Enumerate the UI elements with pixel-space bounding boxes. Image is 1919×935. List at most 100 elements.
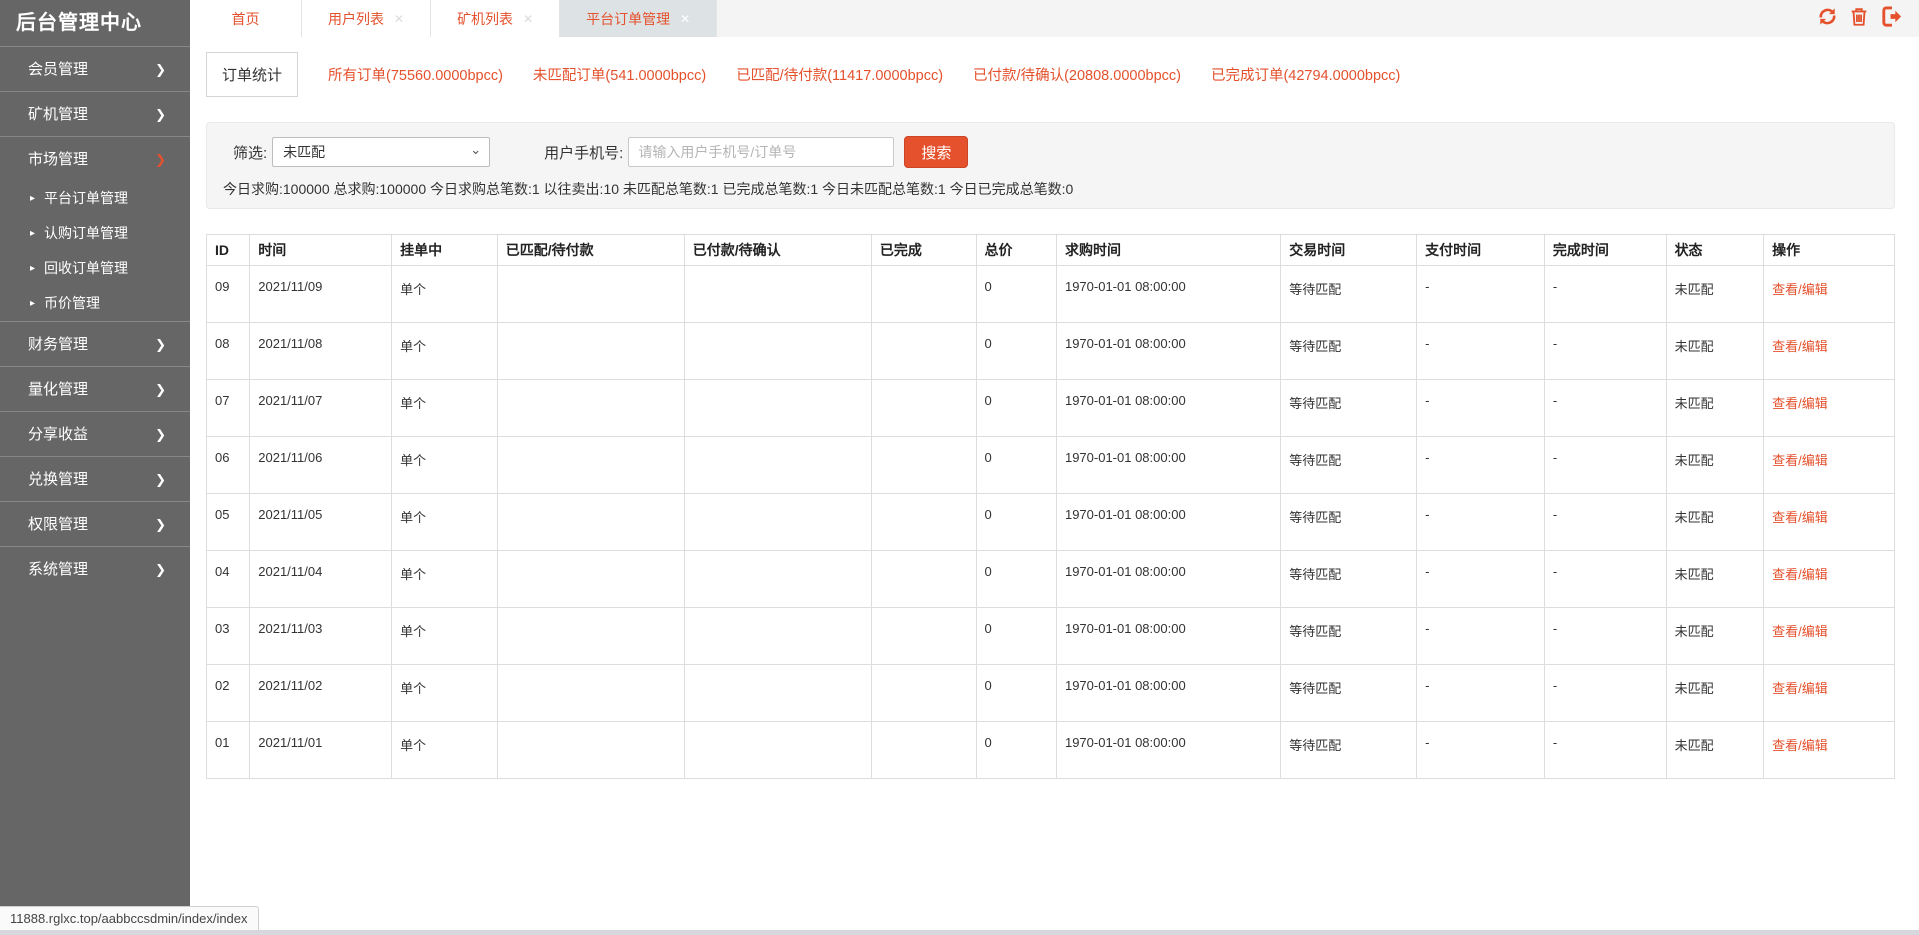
view-edit-link[interactable]: 查看/编辑 bbox=[1772, 681, 1828, 696]
cell-total: 0 bbox=[976, 551, 1056, 608]
chevron-right-icon: ❯ bbox=[155, 367, 166, 412]
cell-finish_time: - bbox=[1544, 437, 1666, 494]
trash-icon[interactable] bbox=[1848, 5, 1870, 28]
cell-pending: 单个 bbox=[392, 266, 498, 323]
sidebar-subitem[interactable]: ▸币价管理 bbox=[0, 286, 190, 321]
sidebar-subitem[interactable]: ▸认购订单管理 bbox=[0, 216, 190, 251]
sidebar-item-5[interactable]: 分享收益❯ bbox=[0, 411, 190, 456]
close-icon[interactable]: ✕ bbox=[680, 12, 690, 26]
stat-link-0[interactable]: 所有订单(75560.0000bpcc) bbox=[328, 64, 503, 85]
sidebar-item-7[interactable]: 权限管理❯ bbox=[0, 501, 190, 546]
cell-status: 未匹配 bbox=[1666, 608, 1764, 665]
cell-action: 查看/编辑 bbox=[1764, 266, 1895, 323]
stat-link-3[interactable]: 已付款/待确认(20808.0000bpcc) bbox=[973, 64, 1181, 85]
cell-done bbox=[871, 380, 976, 437]
tab-0[interactable]: 首页 bbox=[190, 0, 302, 37]
close-icon[interactable]: ✕ bbox=[394, 12, 404, 26]
col-header: 操作 bbox=[1764, 235, 1895, 266]
cell-pending: 单个 bbox=[392, 608, 498, 665]
sidebar-subitem[interactable]: ▸回收订单管理 bbox=[0, 251, 190, 286]
cell-buy_time: 1970-01-01 08:00:00 bbox=[1056, 722, 1280, 779]
orders-table-wrap: ID时间挂单中已匹配/待付款已付款/待确认已完成总价求购时间交易时间支付时间完成… bbox=[206, 234, 1895, 779]
view-edit-link[interactable]: 查看/编辑 bbox=[1772, 282, 1828, 297]
cell-trade_time: 等待匹配 bbox=[1281, 608, 1417, 665]
cell-status: 未匹配 bbox=[1666, 437, 1764, 494]
search-button[interactable]: 搜索 bbox=[904, 136, 968, 168]
stat-link-2[interactable]: 已匹配/待付款(11417.0000bpcc) bbox=[736, 64, 943, 85]
logout-icon[interactable] bbox=[1879, 5, 1903, 28]
tab-2[interactable]: 矿机列表✕ bbox=[431, 0, 560, 37]
filter-select-label: 筛选: bbox=[233, 142, 267, 163]
sidebar-item-1[interactable]: 矿机管理❯ bbox=[0, 91, 190, 136]
close-icon[interactable]: ✕ bbox=[523, 12, 533, 26]
cell-pending: 单个 bbox=[392, 665, 498, 722]
cell-total: 0 bbox=[976, 608, 1056, 665]
sidebar-menu: 会员管理❯矿机管理❯市场管理❯▸平台订单管理▸认购订单管理▸回收订单管理▸币价管… bbox=[0, 46, 190, 591]
table-row: 022021/11/02单个01970-01-01 08:00:00等待匹配--… bbox=[207, 665, 1895, 722]
sidebar-item-6[interactable]: 兑换管理❯ bbox=[0, 456, 190, 501]
table-row: 062021/11/06单个01970-01-01 08:00:00等待匹配--… bbox=[207, 437, 1895, 494]
sidebar-item-3[interactable]: 财务管理❯ bbox=[0, 321, 190, 366]
chevron-right-icon: ❯ bbox=[155, 47, 166, 92]
cell-total: 0 bbox=[976, 494, 1056, 551]
stat-link-1[interactable]: 未匹配订单(541.0000bpcc) bbox=[533, 64, 706, 85]
sidebar-item-label: 量化管理 bbox=[28, 367, 88, 412]
tab-bar: 首页用户列表✕矿机列表✕平台订单管理✕ bbox=[190, 0, 1919, 37]
cell-total: 0 bbox=[976, 266, 1056, 323]
refresh-icon[interactable] bbox=[1816, 5, 1839, 28]
sidebar-item-2[interactable]: 市场管理❯ bbox=[0, 136, 190, 181]
cell-time: 2021/11/09 bbox=[250, 266, 392, 323]
cell-id: 08 bbox=[207, 323, 250, 380]
cell-matched bbox=[497, 323, 684, 380]
sidebar-item-0[interactable]: 会员管理 ❯ bbox=[0, 46, 190, 91]
cell-finish_time: - bbox=[1544, 608, 1666, 665]
table-header-row: ID时间挂单中已匹配/待付款已付款/待确认已完成总价求购时间交易时间支付时间完成… bbox=[207, 235, 1895, 266]
view-edit-link[interactable]: 查看/编辑 bbox=[1772, 339, 1828, 354]
cell-time: 2021/11/01 bbox=[250, 722, 392, 779]
cell-status: 未匹配 bbox=[1666, 266, 1764, 323]
cell-action: 查看/编辑 bbox=[1764, 722, 1895, 779]
view-edit-link[interactable]: 查看/编辑 bbox=[1772, 738, 1828, 753]
horizontal-scrollbar[interactable] bbox=[0, 930, 1919, 935]
view-edit-link[interactable]: 查看/编辑 bbox=[1772, 453, 1828, 468]
cell-time: 2021/11/08 bbox=[250, 323, 392, 380]
cell-done bbox=[871, 323, 976, 380]
table-row: 052021/11/05单个01970-01-01 08:00:00等待匹配--… bbox=[207, 494, 1895, 551]
cell-time: 2021/11/03 bbox=[250, 608, 392, 665]
cell-buy_time: 1970-01-01 08:00:00 bbox=[1056, 494, 1280, 551]
filter-select-value: 未匹配 bbox=[283, 142, 325, 162]
cell-action: 查看/编辑 bbox=[1764, 551, 1895, 608]
view-edit-link[interactable]: 查看/编辑 bbox=[1772, 567, 1828, 582]
table-row: 072021/11/07单个01970-01-01 08:00:00等待匹配--… bbox=[207, 380, 1895, 437]
cell-id: 07 bbox=[207, 380, 250, 437]
cell-action: 查看/编辑 bbox=[1764, 608, 1895, 665]
sidebar-item-label: 会员管理 bbox=[28, 47, 88, 92]
cell-id: 02 bbox=[207, 665, 250, 722]
sidebar-item-label: 兑换管理 bbox=[28, 457, 88, 502]
chevron-down-icon: ⌄ bbox=[470, 142, 481, 158]
tab-3[interactable]: 平台订单管理✕ bbox=[560, 0, 717, 37]
sidebar-subitem[interactable]: ▸平台订单管理 bbox=[0, 181, 190, 216]
col-header: 状态 bbox=[1666, 235, 1764, 266]
tab-1[interactable]: 用户列表✕ bbox=[302, 0, 431, 37]
filter-select[interactable]: 未匹配 ⌄ bbox=[272, 137, 490, 167]
col-header: 已完成 bbox=[871, 235, 976, 266]
stat-link-4[interactable]: 已完成订单(42794.0000bpcc) bbox=[1211, 64, 1400, 85]
cell-action: 查看/编辑 bbox=[1764, 437, 1895, 494]
cell-matched bbox=[497, 437, 684, 494]
chevron-right-icon: ❯ bbox=[155, 322, 166, 367]
phone-input[interactable] bbox=[628, 137, 894, 167]
view-edit-link[interactable]: 查看/编辑 bbox=[1772, 396, 1828, 411]
sidebar-item-4[interactable]: 量化管理 ❯ bbox=[0, 366, 190, 411]
cell-matched bbox=[497, 494, 684, 551]
cell-done bbox=[871, 722, 976, 779]
sidebar-item-label: 市场管理 bbox=[28, 137, 88, 182]
tab-order-stats[interactable]: 订单统计 bbox=[206, 52, 298, 97]
view-edit-link[interactable]: 查看/编辑 bbox=[1772, 510, 1828, 525]
cell-id: 05 bbox=[207, 494, 250, 551]
cell-status: 未匹配 bbox=[1666, 494, 1764, 551]
view-edit-link[interactable]: 查看/编辑 bbox=[1772, 624, 1828, 639]
sidebar-item-8[interactable]: 系统管理❯ bbox=[0, 546, 190, 591]
sidebar-item-label: 权限管理 bbox=[28, 502, 88, 547]
cell-action: 查看/编辑 bbox=[1764, 323, 1895, 380]
